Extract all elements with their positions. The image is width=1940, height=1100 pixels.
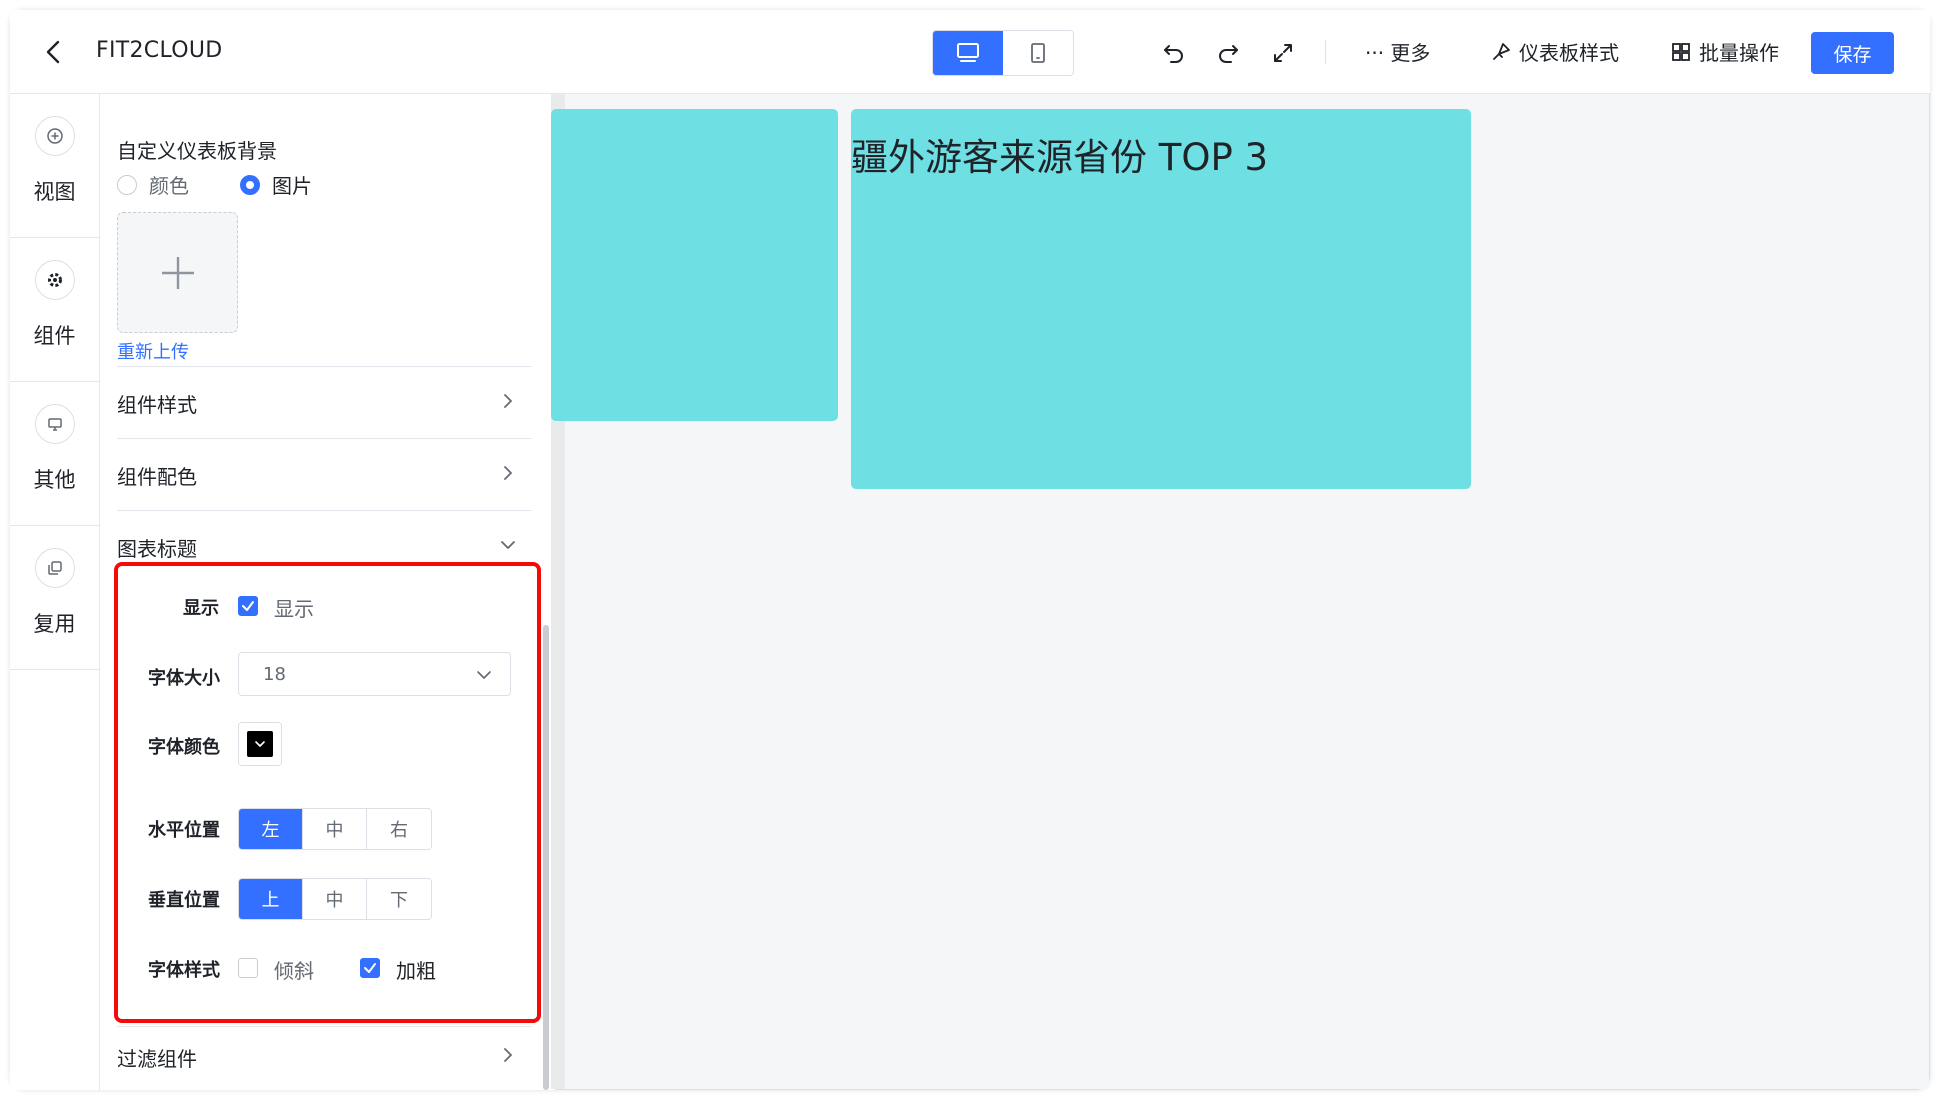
- font-size-value: 18: [263, 664, 286, 685]
- back-arrow-icon[interactable]: [38, 36, 70, 68]
- font-size-label: 字体大小: [148, 668, 220, 689]
- v-position-label: 垂直位置: [148, 890, 220, 911]
- section-label: 组件配色: [117, 465, 197, 489]
- h-position-right[interactable]: 右: [367, 809, 431, 849]
- rail-label-views: 视图: [33, 180, 76, 204]
- brush-icon: [1493, 42, 1510, 60]
- show-label: 显示: [183, 598, 219, 619]
- save-button[interactable]: 保存: [1811, 32, 1894, 74]
- section-component-colors[interactable]: 组件配色: [117, 438, 532, 510]
- grid-icon: [1672, 42, 1690, 61]
- check-icon: [364, 963, 376, 973]
- left-rail: 视图 组件 其他 复用: [10, 94, 100, 1090]
- background-title: 自定义仪表板背景: [117, 139, 277, 163]
- v-position-top[interactable]: 上: [239, 879, 303, 919]
- rail-label-other: 其他: [33, 468, 76, 492]
- mobile-icon: [1031, 43, 1045, 63]
- more-button[interactable]: ··· 更多: [1365, 37, 1430, 66]
- section-filter-component[interactable]: 过滤组件: [117, 1026, 532, 1086]
- italic-checkbox[interactable]: [238, 958, 258, 978]
- show-checkbox-label[interactable]: 显示: [274, 593, 314, 622]
- mobile-view-button[interactable]: [1003, 31, 1073, 75]
- font-size-select[interactable]: 18: [238, 652, 511, 696]
- top-bar: FIT2CLOUD ··· 更多 仪表板样式 批量操作 保存: [10, 10, 1930, 94]
- italic-checkbox-label[interactable]: 倾斜: [274, 955, 314, 984]
- rail-item-other[interactable]: 其他: [10, 382, 99, 526]
- desktop-view-button[interactable]: [933, 31, 1003, 75]
- rail-item-reuse[interactable]: 复用: [10, 526, 99, 670]
- gear-icon: [35, 260, 75, 300]
- h-position-group: 左 中 右: [238, 808, 432, 850]
- check-icon: [242, 601, 254, 611]
- v-position-group: 上 中 下: [238, 878, 432, 920]
- fullscreen-icon[interactable]: [1270, 40, 1296, 66]
- more-label: ··· 更多: [1365, 41, 1431, 65]
- app-title: FIT2CLOUD: [96, 38, 223, 63]
- show-checkbox[interactable]: [238, 596, 258, 616]
- v-position-bottom[interactable]: 下: [367, 879, 431, 919]
- radio-color[interactable]: 颜色: [117, 170, 189, 199]
- toolbar-divider: [1325, 40, 1326, 64]
- undo-icon[interactable]: [1161, 40, 1187, 66]
- desktop-icon: [957, 43, 979, 62]
- radio-image-circle: [240, 174, 260, 195]
- rail-item-views[interactable]: 视图: [10, 94, 99, 238]
- h-position-left[interactable]: 左: [239, 809, 303, 849]
- chevron-right-icon: [498, 391, 518, 411]
- plus-circle-icon: [35, 116, 75, 156]
- redo-icon[interactable]: [1215, 40, 1241, 66]
- dashboard-style-button[interactable]: 仪表板样式: [1490, 37, 1619, 66]
- chart-card-title: 疆外游客来源省份 TOP 3: [851, 136, 1269, 179]
- font-style-label: 字体样式: [148, 960, 220, 981]
- background-upload[interactable]: [117, 212, 238, 333]
- plus-icon: [161, 256, 194, 289]
- bold-checkbox[interactable]: [360, 958, 380, 978]
- chart-card-2[interactable]: 疆外游客来源省份 TOP 3: [851, 109, 1471, 489]
- font-color-picker[interactable]: [238, 722, 282, 766]
- section-component-style[interactable]: 组件样式: [117, 366, 532, 438]
- reupload-link[interactable]: 重新上传: [117, 338, 189, 364]
- section-chart-title[interactable]: 图表标题: [117, 510, 532, 561]
- panel-scrollbar[interactable]: [543, 625, 549, 1090]
- h-position-center[interactable]: 中: [303, 809, 367, 849]
- v-position-middle[interactable]: 中: [303, 879, 367, 919]
- chart-card-1[interactable]: [551, 109, 838, 421]
- batch-ops-label: 批量操作: [1699, 41, 1779, 65]
- radio-image[interactable]: 图片: [240, 170, 312, 199]
- radio-color-circle: [117, 174, 137, 195]
- color-swatch: [247, 731, 273, 757]
- device-toggle: [932, 30, 1074, 76]
- chevron-right-icon: [498, 1045, 518, 1065]
- h-position-label: 水平位置: [148, 820, 220, 841]
- monitor-icon: [35, 404, 75, 444]
- rail-item-components[interactable]: 组件: [10, 238, 99, 382]
- chevron-down-icon: [498, 535, 518, 555]
- section-label: 组件样式: [117, 393, 197, 417]
- rail-label-reuse: 复用: [33, 612, 76, 636]
- section-label: 过滤组件: [117, 1047, 197, 1071]
- chevron-right-icon: [498, 463, 518, 483]
- radio-image-label: 图片: [272, 174, 312, 198]
- dashboard-style-label: 仪表板样式: [1519, 41, 1619, 65]
- batch-ops-button[interactable]: 批量操作: [1670, 37, 1779, 66]
- section-label: 图表标题: [117, 537, 197, 561]
- copy-icon: [35, 548, 75, 588]
- bold-checkbox-label[interactable]: 加粗: [396, 955, 436, 984]
- chevron-down-icon: [474, 665, 494, 689]
- radio-color-label: 颜色: [149, 174, 189, 198]
- font-color-label: 字体颜色: [148, 737, 220, 758]
- rail-label-components: 组件: [33, 324, 76, 348]
- chevron-down-icon: [255, 741, 265, 747]
